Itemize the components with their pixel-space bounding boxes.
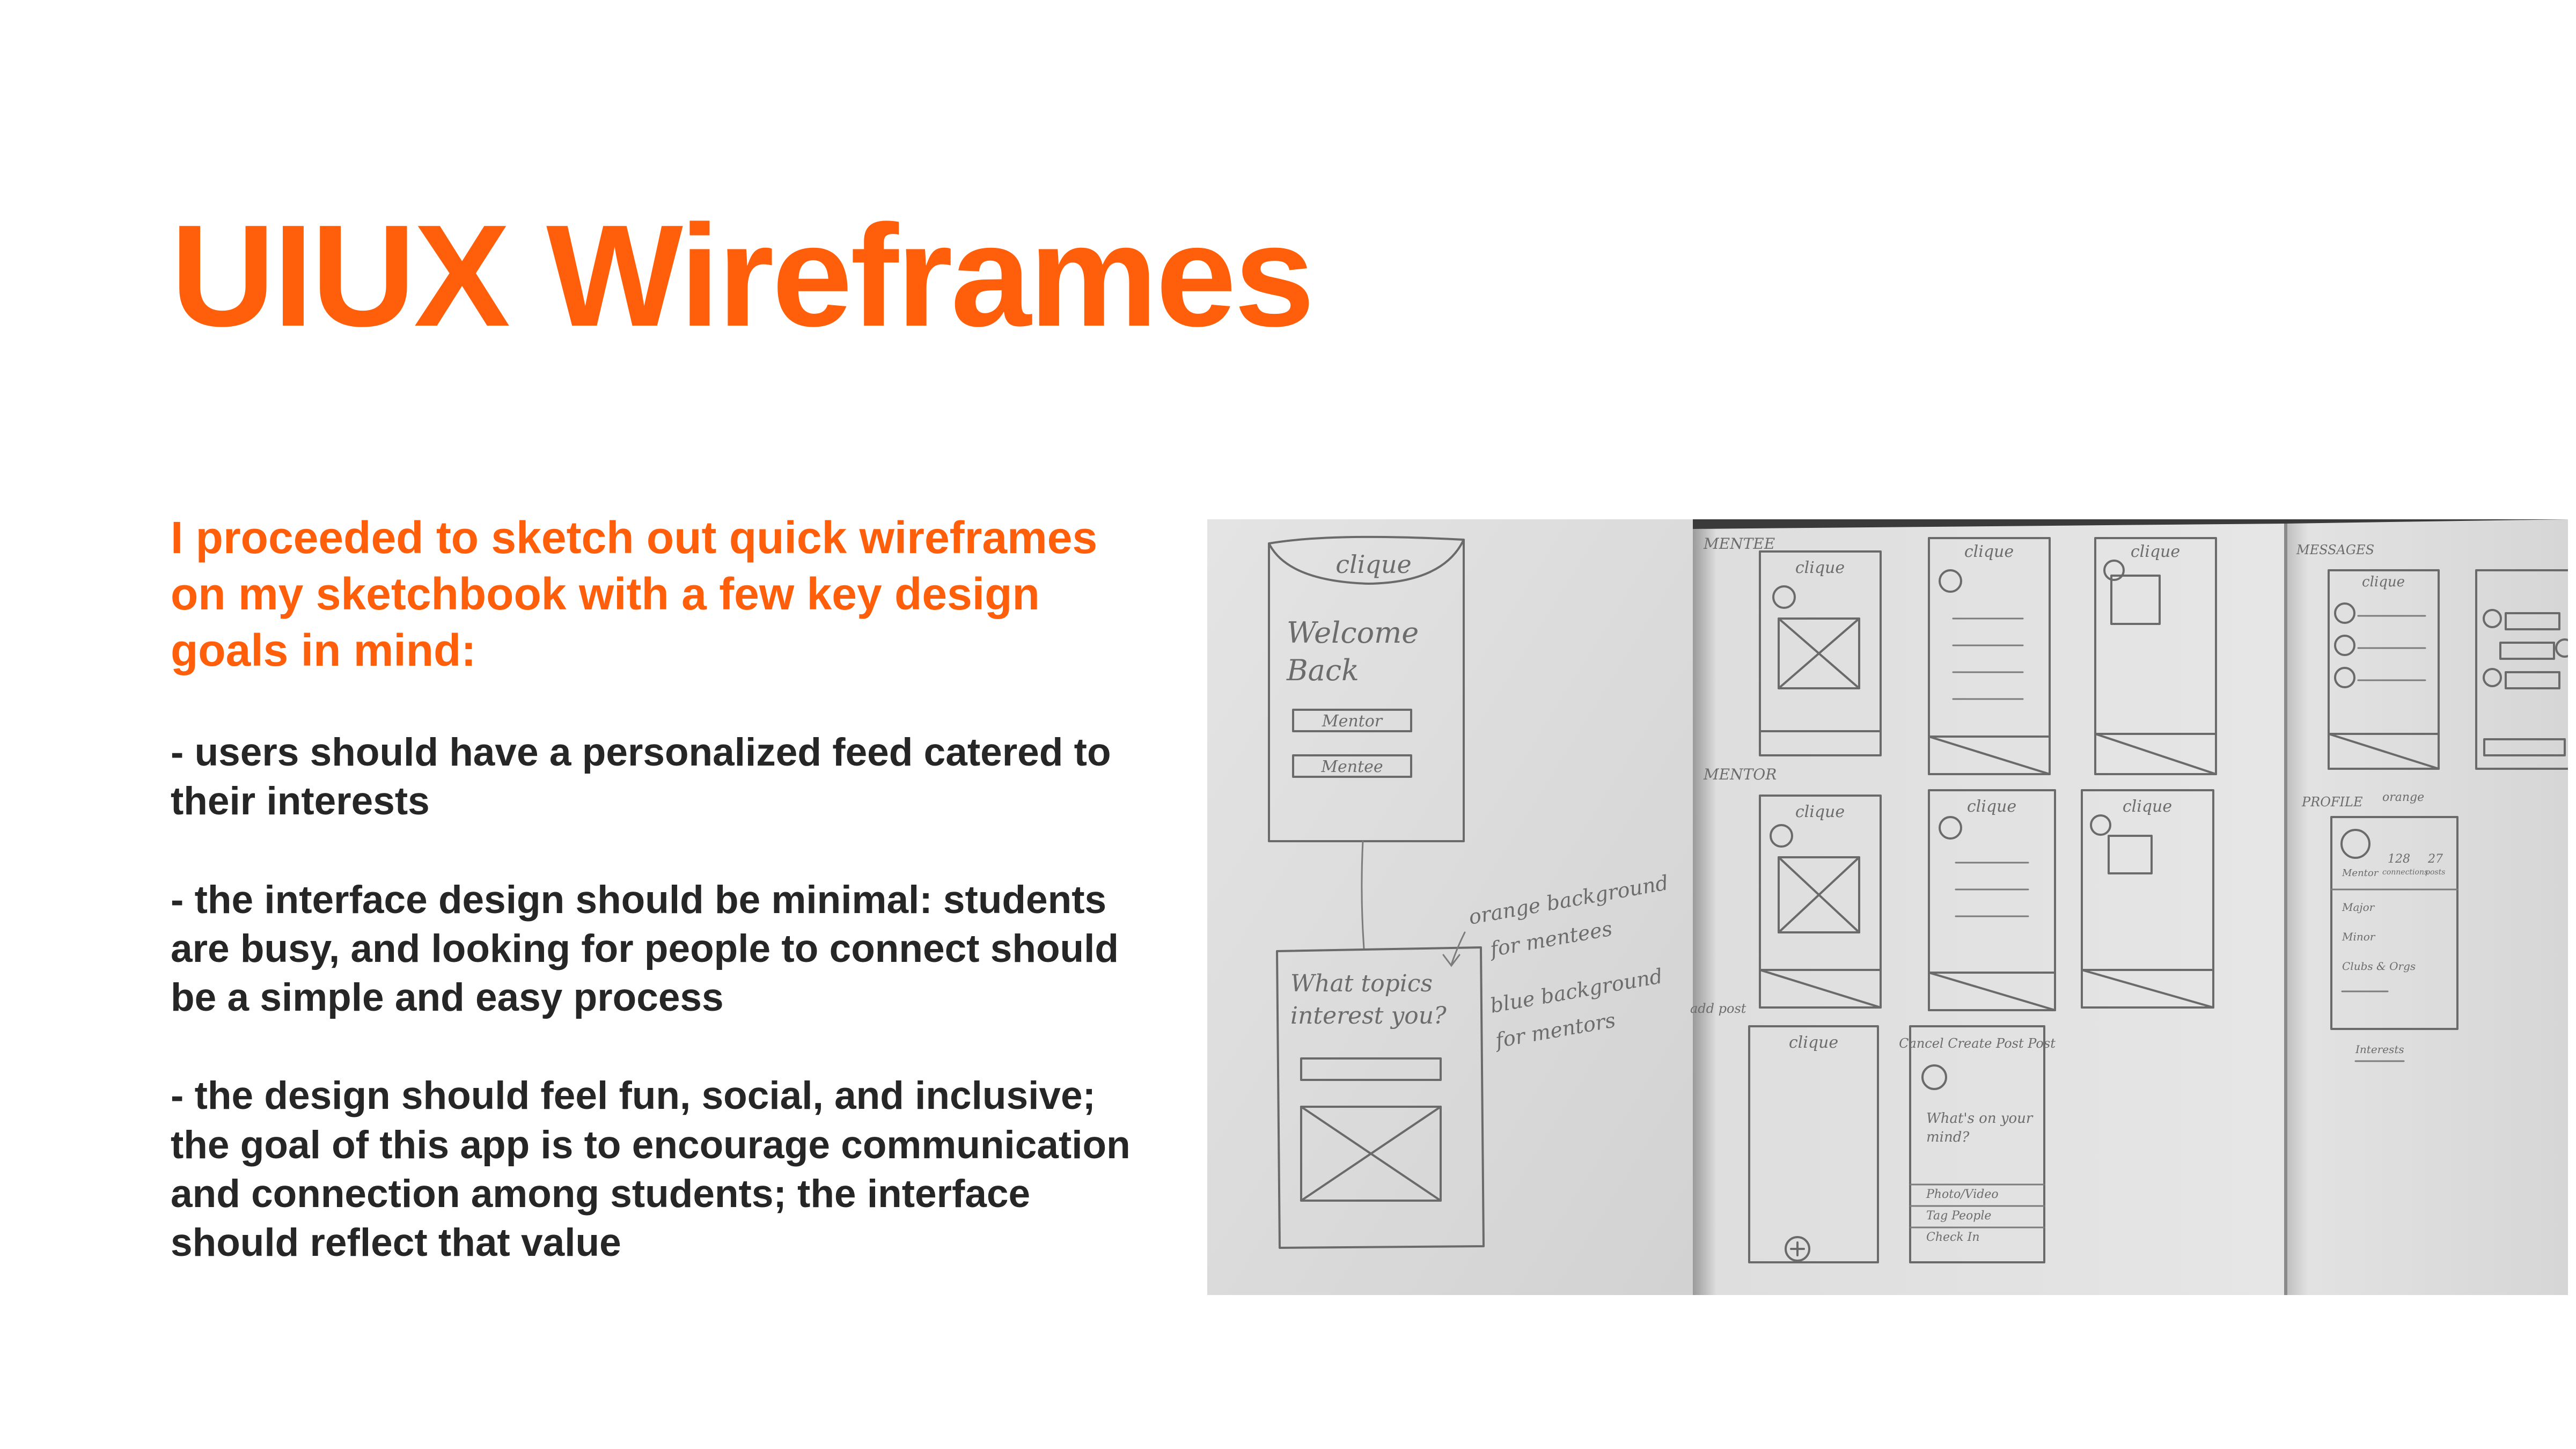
- svg-text:posts: posts: [2425, 868, 2445, 877]
- create-post-header: Cancel Create Post Post: [1899, 1036, 2056, 1051]
- svg-text:clique: clique: [1789, 1033, 1838, 1052]
- svg-text:clique: clique: [1964, 542, 2014, 561]
- svg-text:clique: clique: [1967, 797, 2016, 816]
- login-back: Back: [1286, 653, 1359, 687]
- topics-question-line1: What topics: [1290, 970, 1433, 997]
- sketchbook-photo: clique Welcome Back Mentor Mentee What t…: [1207, 519, 2568, 1295]
- label-add-post: add post: [1690, 1001, 1746, 1016]
- svg-text:clique: clique: [2131, 542, 2180, 561]
- page-title: UIUX Wireframes: [171, 195, 1315, 357]
- svg-text:Clubs & Orgs: Clubs & Orgs: [2342, 960, 2416, 973]
- profile-note: orange: [2382, 791, 2424, 804]
- label-profile: PROFILE: [2301, 795, 2363, 810]
- svg-text:Mentor: Mentor: [2342, 867, 2379, 879]
- svg-text:128: 128: [2388, 852, 2410, 866]
- svg-text:What's on your: What's on your: [1926, 1110, 2034, 1127]
- svg-text:Tag People: Tag People: [1926, 1209, 1991, 1223]
- svg-text:mind?: mind?: [1926, 1129, 1970, 1145]
- svg-text:27: 27: [2427, 852, 2443, 866]
- intro-paragraph: I proceeded to sketch out quick wirefram…: [171, 512, 1098, 675]
- login-logo: clique: [1335, 550, 1411, 579]
- topics-question-line2: interest you?: [1290, 1002, 1447, 1029]
- design-goal-minimal-interface: - the interface design should be minimal…: [171, 878, 1119, 1020]
- svg-text:connections: connections: [2382, 868, 2428, 877]
- svg-text:clique: clique: [1795, 803, 1845, 821]
- design-goal-fun-social-inclusive: - the design should feel fun, social, an…: [171, 1074, 1131, 1264]
- login-mentee-button: Mentee: [1320, 757, 1383, 776]
- svg-text:clique: clique: [1795, 558, 1845, 577]
- login-mentor-button: Mentor: [1322, 712, 1383, 731]
- sketchbook-wireframes-drawing: clique Welcome Back Mentor Mentee What t…: [1207, 519, 2568, 1295]
- svg-text:Photo/Video: Photo/Video: [1926, 1188, 1999, 1201]
- svg-text:Major: Major: [2342, 901, 2375, 914]
- svg-text:Minor: Minor: [2342, 930, 2376, 943]
- login-welcome: Welcome: [1287, 616, 1419, 650]
- svg-text:clique: clique: [2362, 574, 2405, 590]
- profile-interests: Interests: [2355, 1043, 2404, 1056]
- label-mentor: MENTOR: [1703, 766, 1777, 783]
- svg-text:clique: clique: [2123, 797, 2172, 816]
- label-mentee: MENTEE: [1703, 535, 1775, 553]
- svg-text:Check In: Check In: [1926, 1231, 1980, 1244]
- sketch-page-middle: [1693, 524, 2286, 1295]
- label-messages: MESSAGES: [2296, 542, 2374, 557]
- design-goals-list: - users should have a personalized feed …: [171, 728, 1158, 1267]
- description-block: I proceeded to sketch out quick wirefram…: [171, 510, 1158, 1267]
- design-goal-personalized-feed: - users should have a personalized feed …: [171, 731, 1111, 823]
